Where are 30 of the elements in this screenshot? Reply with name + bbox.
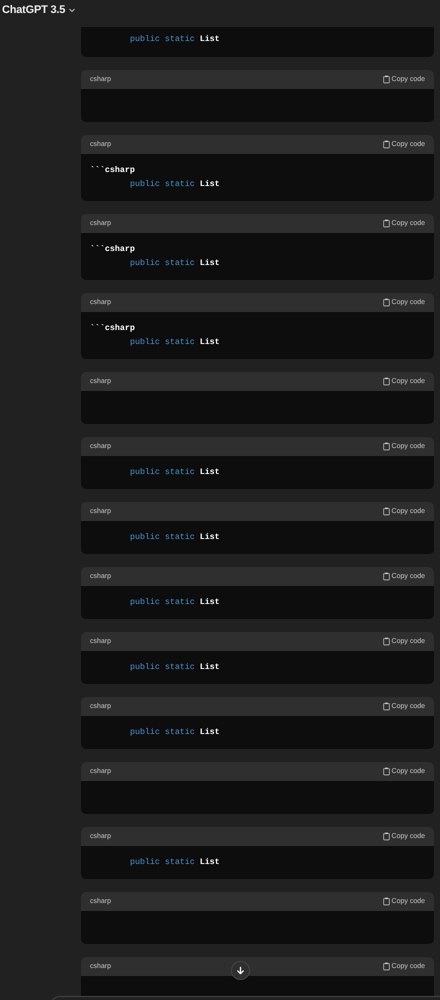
clipboard-icon	[382, 75, 390, 84]
code-line: public static List	[129, 596, 221, 608]
clipboard-icon	[382, 219, 390, 228]
clipboard-icon	[382, 637, 390, 646]
code-line: public static List	[129, 532, 221, 544]
code-line: public static List	[129, 178, 221, 190]
code-line: public static List	[129, 466, 221, 478]
clipboard-icon	[382, 702, 390, 711]
clipboard-icon	[382, 897, 390, 906]
arrow-down-icon	[236, 966, 245, 975]
clipboard-icon	[382, 962, 390, 971]
code-line: public static List	[129, 336, 221, 348]
clipboard-icon	[382, 832, 390, 841]
chevron-down-icon	[68, 6, 76, 14]
code-line: ```csharp	[90, 322, 136, 334]
code-line: ```csharp	[90, 164, 136, 176]
code-line: public static List	[129, 662, 221, 674]
model-selector[interactable]: ChatGPT 3.5	[2, 4, 76, 16]
code-line: public static List	[129, 726, 221, 738]
code-line: public static List	[129, 34, 221, 46]
clipboard-icon	[382, 767, 390, 776]
clipboard-icon	[382, 442, 390, 451]
clipboard-icon	[382, 140, 390, 149]
code-line: ```csharp	[90, 244, 136, 256]
code-line: public static List	[129, 856, 221, 868]
clipboard-icon	[382, 377, 390, 386]
clipboard-icon	[382, 298, 390, 307]
code-line: public static List	[129, 258, 221, 270]
clipboard-icon	[382, 507, 390, 516]
clipboard-icon	[382, 572, 390, 581]
